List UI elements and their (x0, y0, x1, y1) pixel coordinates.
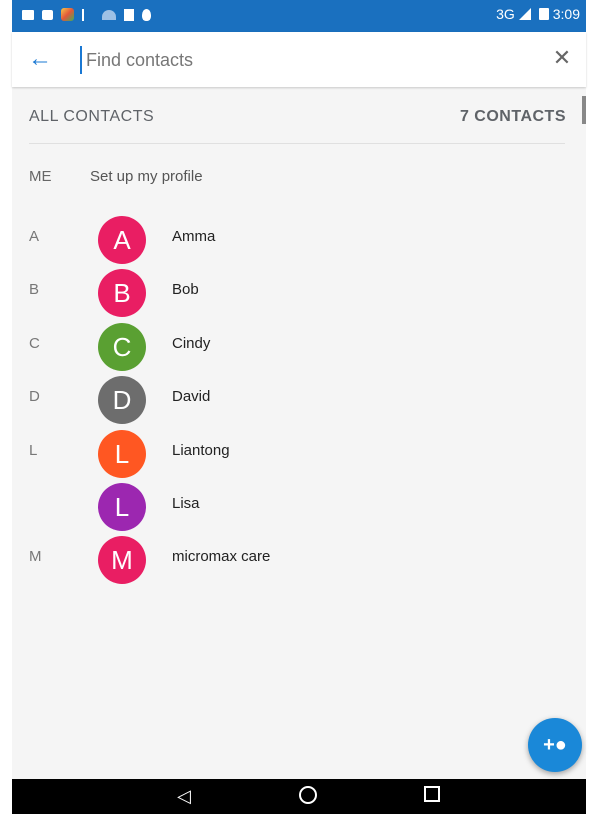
home-icon (299, 786, 317, 804)
list-item[interactable]: B B Bob (12, 265, 586, 317)
left-frame (0, 0, 12, 814)
setup-profile-text: Set up my profile (90, 168, 203, 185)
add-contact-button[interactable]: +● (528, 718, 582, 772)
contact-name: Lisa (172, 495, 200, 512)
section-letter: L (29, 442, 38, 459)
avatar: C (98, 323, 146, 371)
list-item[interactable]: A A Amma (12, 212, 586, 264)
status-right: 3G 3:09 (496, 6, 580, 22)
contact-name: micromax care (172, 548, 271, 565)
section-letter: M (29, 548, 42, 565)
section-letter: B (29, 281, 40, 298)
navigation-bar: ◁ (12, 779, 586, 814)
divider (29, 143, 565, 144)
lock-icon (42, 9, 53, 20)
close-icon[interactable]: ✕ (548, 44, 576, 72)
network-type: 3G (496, 6, 515, 22)
contact-name: David (172, 388, 211, 405)
list-item[interactable]: L Lisa (12, 479, 586, 531)
status-time: 3:09 (552, 6, 580, 22)
search-bar: ← ✕ (12, 32, 586, 87)
usb-icon (82, 8, 94, 21)
add-person-icon: +● (543, 734, 567, 756)
list-item[interactable]: L L Liantong (12, 426, 586, 478)
drop-icon (142, 8, 151, 21)
avatar: L (98, 430, 146, 478)
image-icon (22, 9, 34, 20)
status-icons (22, 8, 151, 21)
contacts-list[interactable]: ALL CONTACTS 7 CONTACTS ME Set up my pro… (12, 88, 586, 779)
contact-name: Bob (172, 281, 199, 298)
avatar: A (98, 216, 146, 264)
list-item[interactable]: D D David (12, 372, 586, 424)
wifi-icon (102, 9, 116, 20)
back-arrow-icon[interactable]: ← (26, 46, 54, 74)
all-contacts-label: ALL CONTACTS (29, 108, 155, 125)
battery-icon (538, 8, 549, 20)
section-letter: D (29, 388, 40, 405)
list-header: ALL CONTACTS 7 CONTACTS (12, 88, 586, 144)
search-input[interactable] (80, 46, 518, 74)
avatar: B (98, 269, 146, 317)
nav-back-button[interactable]: ◁ (172, 786, 196, 806)
contact-name: Cindy (172, 335, 211, 352)
section-letter: A (29, 228, 40, 245)
avatar: D (98, 376, 146, 424)
me-row[interactable]: ME Set up my profile (12, 158, 586, 194)
me-label: ME (29, 168, 52, 185)
contact-name: Amma (172, 228, 216, 245)
list-item[interactable]: C C Cindy (12, 319, 586, 371)
section-letter: C (29, 335, 40, 352)
avatar: M (98, 536, 146, 584)
avatar: L (98, 483, 146, 531)
contact-name: Liantong (172, 442, 230, 459)
contacts-count: 7 CONTACTS (459, 108, 566, 125)
signal-icon (518, 8, 531, 20)
nav-recents-button[interactable] (420, 786, 444, 806)
list-item[interactable]: M M micromax care (12, 532, 586, 584)
file-icon (124, 8, 134, 21)
scrollbar[interactable] (582, 96, 586, 124)
app-icon (61, 8, 74, 21)
nav-home-button[interactable] (296, 786, 320, 806)
status-bar: 3G 3:09 (12, 0, 586, 32)
recents-icon (424, 786, 440, 802)
